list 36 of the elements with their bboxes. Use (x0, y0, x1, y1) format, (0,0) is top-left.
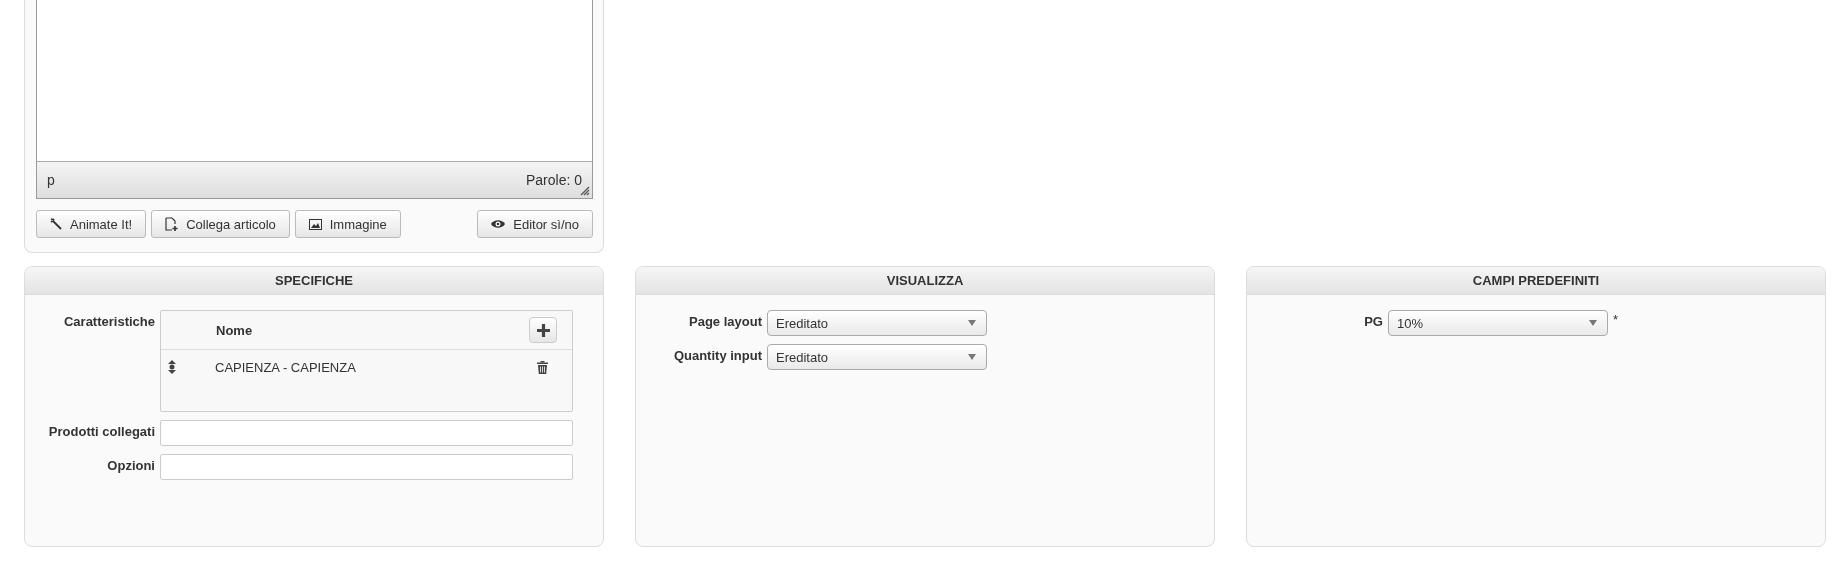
column-header: Nome (216, 322, 253, 338)
file-plus-icon (165, 217, 179, 231)
panel-title: CAMPI PREDEFINITI (1247, 267, 1825, 295)
element-path: p (47, 172, 55, 188)
image-icon (308, 218, 322, 230)
toolbar-button[interactable]: Editor sì/no (477, 210, 593, 238)
editor-area[interactable]: p Parole: 0 (36, 0, 593, 199)
field-label: Quantity input (672, 347, 762, 363)
dropdown-arrow-icon (1589, 320, 1597, 326)
field-label: PG (1363, 313, 1383, 329)
toolbar-button[interactable]: Collega articolo (151, 210, 290, 238)
eye-icon (491, 219, 506, 229)
field-label: Caratteristiche (62, 313, 155, 329)
dropdown-arrow-icon (968, 354, 976, 360)
add-button[interactable] (529, 317, 557, 343)
select-field[interactable]: Ereditato (767, 310, 987, 336)
resize-grip-icon[interactable] (580, 186, 590, 196)
select-field[interactable]: 10% (1388, 310, 1608, 336)
table-cell: CAPIENZA - CAPIENZA (215, 359, 356, 375)
text-field[interactable] (160, 420, 573, 446)
wand-icon (50, 218, 62, 230)
panel-title: SPECIFICHE (25, 267, 603, 295)
field-label: Prodotti collegati (47, 423, 155, 439)
toolbar-button[interactable]: Animate It! (36, 210, 147, 238)
field-label: Page layout (688, 313, 762, 329)
word-count: Parole: 0 (525, 172, 582, 188)
field-label: Opzioni (106, 457, 155, 473)
panel-title: VISUALIZZA (636, 267, 1214, 295)
trash-icon[interactable] (537, 360, 548, 374)
select-field[interactable]: Ereditato (767, 344, 987, 370)
dropdown-arrow-icon (968, 320, 976, 326)
required-mark: * (1613, 311, 1619, 327)
toolbar-button[interactable]: Immagine (294, 210, 401, 238)
plus-icon (536, 323, 550, 337)
sort-icon[interactable] (168, 360, 176, 374)
text-field[interactable] (160, 454, 573, 480)
